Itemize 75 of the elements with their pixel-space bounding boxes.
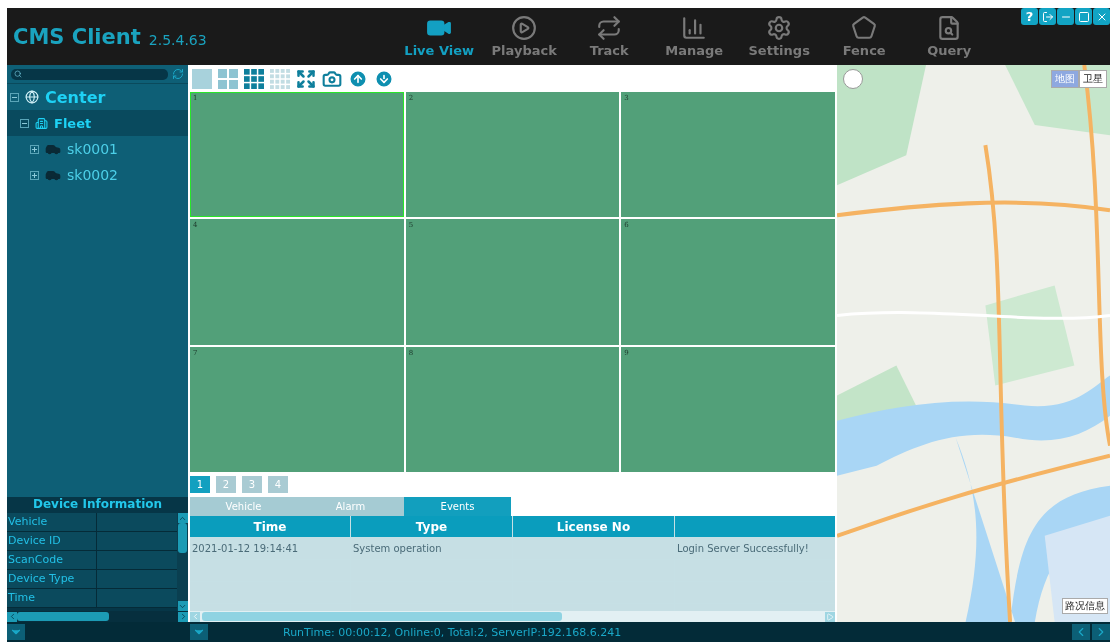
logout-button[interactable] bbox=[1039, 8, 1056, 25]
scrollbar-thumb[interactable] bbox=[178, 523, 187, 553]
maximize-button[interactable] bbox=[1075, 8, 1092, 25]
logout-icon bbox=[1041, 10, 1054, 23]
nav-tab[interactable]: Fence bbox=[821, 15, 907, 58]
panel-title: Device Information bbox=[31, 497, 164, 513]
nav-label: Fence bbox=[842, 43, 886, 58]
column-header: Time bbox=[190, 516, 350, 537]
tree-label: sk0002 bbox=[67, 167, 119, 183]
map-type-toggle[interactable]: 卫星 bbox=[1079, 70, 1107, 88]
app-title: CMS Client bbox=[13, 24, 141, 49]
info-label: ScanCode bbox=[7, 551, 97, 569]
search-icon bbox=[14, 70, 22, 78]
repeat-arrows-icon bbox=[596, 15, 623, 41]
page-button[interactable]: 1 bbox=[190, 476, 210, 493]
collapse-icon[interactable] bbox=[20, 118, 29, 128]
expand-icon[interactable] bbox=[30, 144, 39, 154]
map-type-toggle[interactable]: 地图 bbox=[1051, 70, 1079, 88]
scroll-left-icon[interactable] bbox=[7, 611, 17, 622]
nav-tab[interactable]: Settings bbox=[736, 15, 822, 58]
nav-label: Query bbox=[927, 43, 972, 58]
scroll-up-icon[interactable] bbox=[177, 513, 188, 523]
next-button[interactable] bbox=[1092, 624, 1110, 640]
info-label: Device ID bbox=[7, 532, 97, 550]
maximize-icon bbox=[1077, 10, 1090, 23]
building-icon bbox=[35, 116, 48, 130]
nav-tab[interactable]: Track bbox=[566, 15, 652, 58]
tree-label: Fleet bbox=[54, 115, 92, 131]
scroll-down-icon[interactable] bbox=[177, 601, 188, 611]
scroll-right-icon[interactable] bbox=[178, 611, 188, 622]
status-text: RunTime: 00:00:12, Online:0, Total:2, ServerIP:192.168.6.241 bbox=[283, 625, 623, 639]
expand-icon[interactable] bbox=[30, 170, 39, 180]
settings-icon bbox=[766, 15, 793, 41]
nav-tab[interactable]: Playback bbox=[481, 15, 567, 58]
column-header: Type bbox=[351, 516, 512, 537]
previous-button[interactable] bbox=[1072, 624, 1090, 640]
info-label: Device Type bbox=[7, 570, 97, 588]
column-header: License No bbox=[513, 516, 674, 537]
nav-label: Playback bbox=[491, 43, 557, 58]
collapse-button[interactable] bbox=[7, 624, 25, 640]
nav-label: Live View bbox=[404, 43, 474, 58]
tree-item[interactable]: Fleet bbox=[7, 110, 188, 136]
info-label: Vehicle bbox=[7, 513, 97, 531]
nav-label: Manage bbox=[665, 43, 724, 58]
minimize-button[interactable] bbox=[1057, 8, 1074, 25]
globe-icon bbox=[25, 90, 39, 104]
tree-item[interactable]: sk0002 bbox=[7, 162, 188, 188]
nav-label: Settings bbox=[748, 43, 810, 58]
collapse-icon[interactable] bbox=[10, 92, 19, 102]
tree-label: Center bbox=[45, 87, 106, 107]
refresh-icon[interactable] bbox=[172, 68, 184, 80]
scrollbar-thumb[interactable] bbox=[202, 612, 562, 621]
nav-tab[interactable]: Query bbox=[906, 15, 992, 58]
grid-layout-icon[interactable] bbox=[244, 68, 264, 89]
fullscreen-icon[interactable] bbox=[296, 68, 316, 89]
nav-tab[interactable]: Live View bbox=[396, 15, 482, 58]
tree-item[interactable]: sk0001 bbox=[7, 136, 188, 162]
info-label: Time bbox=[7, 589, 97, 607]
app-version: 2.5.4.63 bbox=[148, 31, 207, 48]
search-field[interactable] bbox=[11, 68, 168, 80]
nav-tab[interactable]: Manage bbox=[651, 15, 737, 58]
tree-item[interactable]: Center bbox=[7, 84, 188, 110]
grid-layout-icon[interactable] bbox=[218, 68, 238, 89]
log-tab[interactable]: Events bbox=[404, 497, 511, 516]
bar-chart-icon bbox=[681, 15, 708, 41]
help-button[interactable]: ? bbox=[1021, 8, 1038, 25]
scrollbar-thumb[interactable] bbox=[17, 612, 109, 621]
traffic-button[interactable]: 路况信息 bbox=[1062, 598, 1108, 614]
camera-icon[interactable] bbox=[322, 68, 342, 89]
close-button[interactable] bbox=[1093, 8, 1110, 25]
tree-label: sk0001 bbox=[67, 141, 119, 157]
nav-label: Track bbox=[589, 43, 629, 58]
pentagon-icon bbox=[851, 15, 878, 41]
collapse-button[interactable] bbox=[190, 624, 208, 640]
play-icon bbox=[511, 15, 538, 41]
